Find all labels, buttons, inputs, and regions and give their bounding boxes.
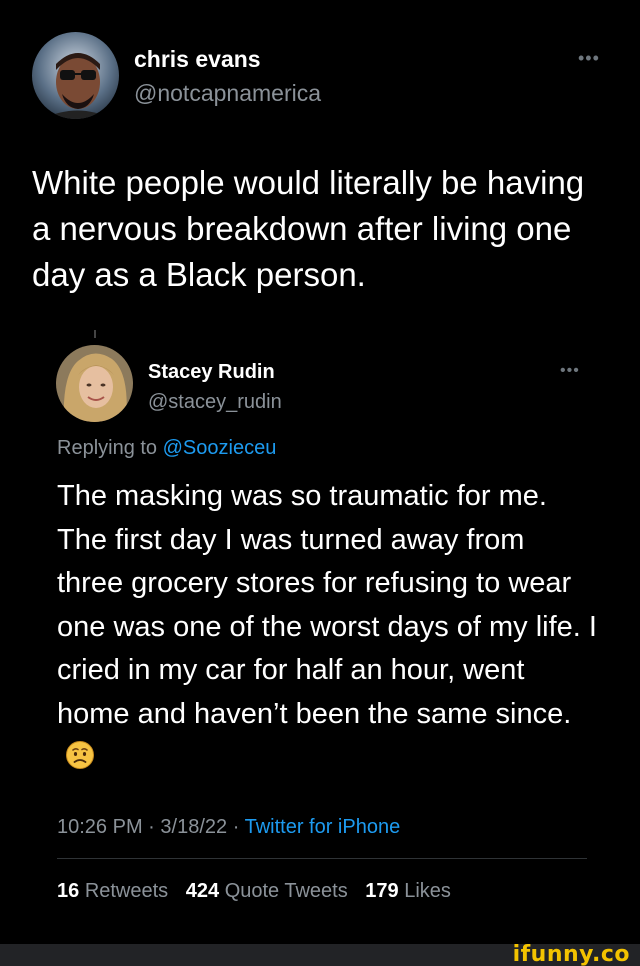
quotes-label: Quote Tweets <box>224 880 348 902</box>
watermark-bar: ifunny.co <box>0 942 640 966</box>
meta-separator: · <box>148 816 155 838</box>
meta-separator: · <box>232 816 240 838</box>
more-horizontal-icon[interactable]: ••• <box>560 362 580 380</box>
author-handle[interactable]: @notcapnamerica <box>134 80 321 107</box>
author-handle[interactable]: @stacey_rudin <box>148 391 282 414</box>
reply-text-body: The masking was so traumatic for me. The… <box>57 480 597 730</box>
quote-tweets-stat[interactable]: 424 Quote Tweets <box>186 880 348 902</box>
retweets-stat[interactable]: 16 Retweets <box>57 880 168 902</box>
main-tweet: chris evans @notcapnamerica ••• White pe… <box>0 0 640 320</box>
likes-count: 179 <box>365 880 399 902</box>
tweet-date[interactable]: 3/18/22 <box>160 816 227 838</box>
tweet-stats: 16 Retweets 424 Quote Tweets 179 Likes <box>57 880 451 903</box>
avatar[interactable] <box>56 345 133 422</box>
more-horizontal-icon[interactable]: ••• <box>578 48 600 69</box>
reply-text: The masking was so traumatic for me. The… <box>57 475 597 780</box>
thread-divider <box>94 330 96 338</box>
tweet-source[interactable]: Twitter for iPhone <box>245 816 401 838</box>
avatar[interactable] <box>32 32 119 119</box>
replying-to-label: Replying to <box>57 437 158 459</box>
author-name[interactable]: Stacey Rudin <box>148 361 275 384</box>
tweet-meta: 10:26 PM · 3/18/22 · Twitter for iPhone <box>57 816 400 839</box>
author-name[interactable]: chris evans <box>134 46 261 73</box>
ifunny-logo: ifunny.co <box>512 942 630 966</box>
retweets-label: Retweets <box>84 880 169 902</box>
quotes-count: 424 <box>185 880 220 902</box>
replying-to: Replying to @Soozieceu <box>57 437 276 460</box>
worried-face-emoji <box>65 740 95 770</box>
likes-stat[interactable]: 179 Likes <box>365 880 451 902</box>
tweet-time[interactable]: 10:26 PM <box>57 816 143 838</box>
tweet-text: White people would literally be having a… <box>32 164 585 293</box>
retweets-count: 16 <box>57 880 80 902</box>
likes-label: Likes <box>404 880 451 902</box>
replying-to-mention[interactable]: @Soozieceu <box>163 437 277 459</box>
divider <box>57 858 587 859</box>
